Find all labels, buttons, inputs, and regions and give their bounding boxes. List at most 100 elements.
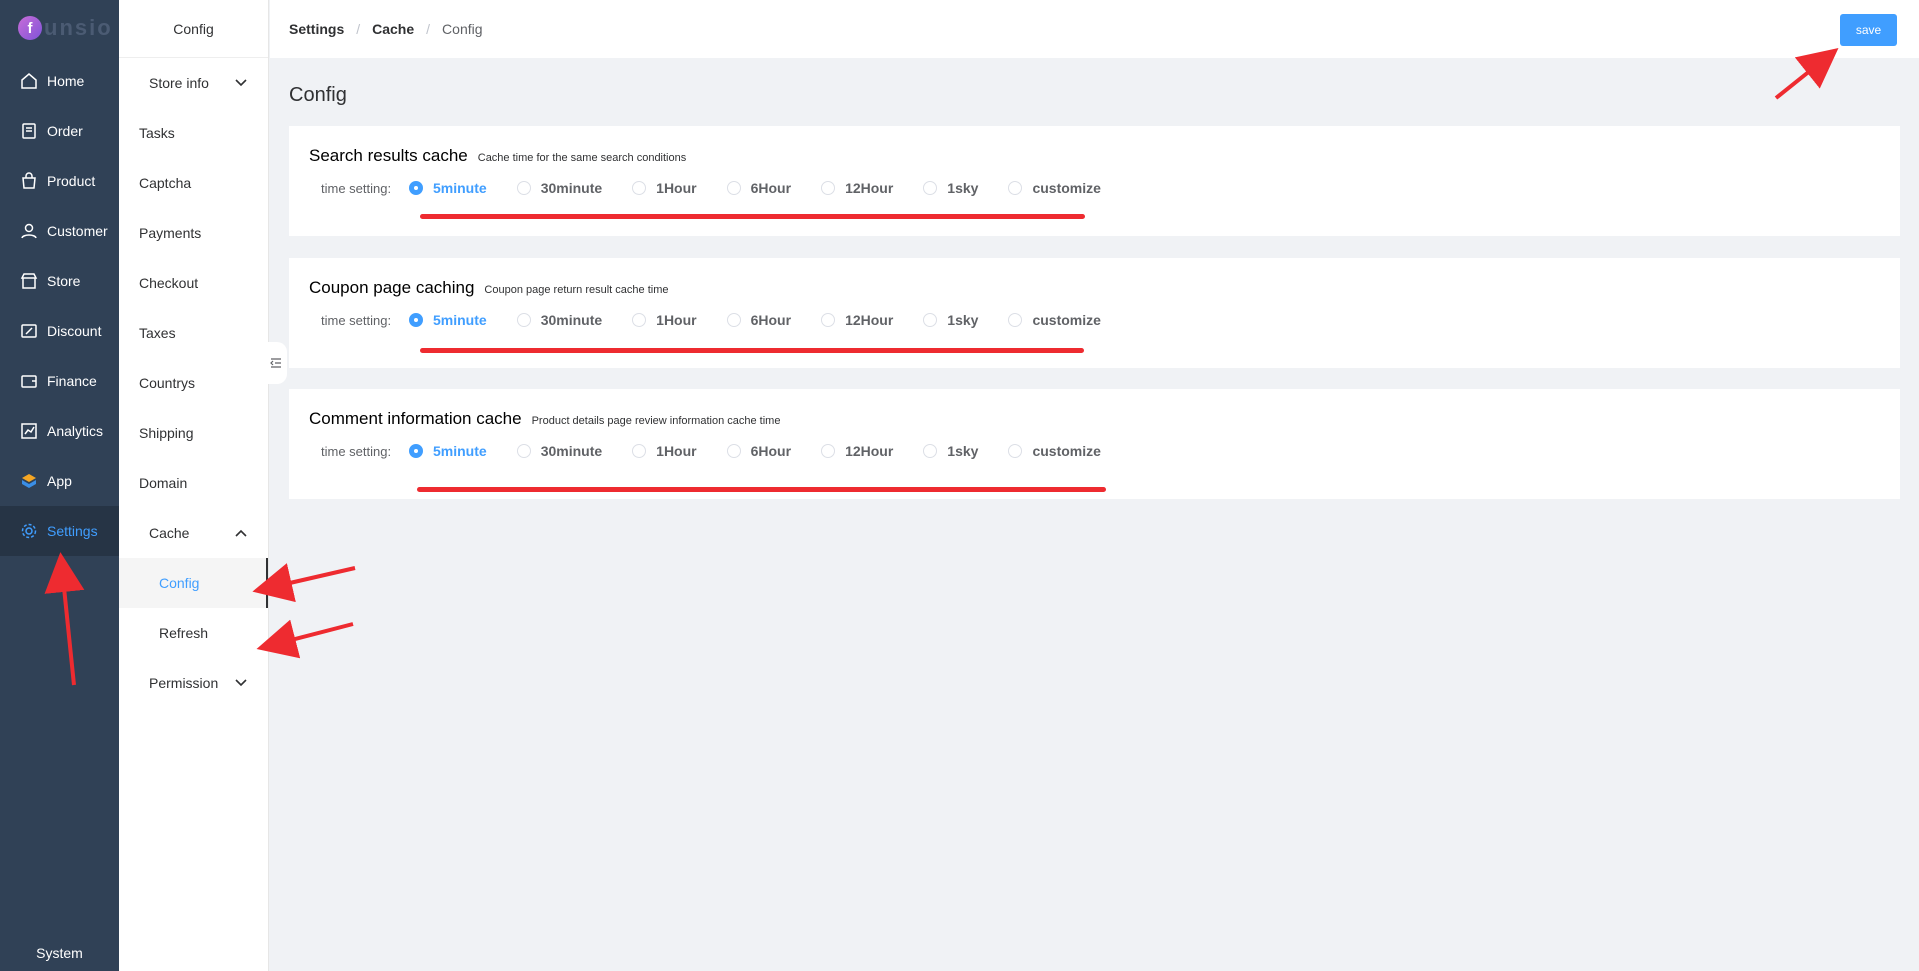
radio-circle[interactable]	[632, 444, 647, 458]
nav-item-order[interactable]: Order	[0, 106, 119, 156]
radio-1hour[interactable]: 1Hour	[632, 312, 697, 328]
radio-circle[interactable]	[726, 313, 741, 327]
radio-label: 5minute	[433, 443, 487, 459]
collapse-sidebar-button[interactable]	[265, 342, 287, 384]
subnav-cache-config[interactable]: Config	[119, 558, 268, 608]
radio-12hour[interactable]: 12Hour	[821, 312, 893, 328]
radio-1sky[interactable]: 1sky	[923, 443, 978, 459]
subnav-item-captcha[interactable]: Captcha	[119, 158, 268, 208]
breadcrumb-cache[interactable]: Cache	[372, 21, 414, 37]
nav-item-discount[interactable]: Discount	[0, 306, 119, 356]
radio-customize[interactable]: customize	[1008, 180, 1101, 196]
radio-30minute[interactable]: 30minute	[516, 443, 602, 459]
subnav-cache-refresh[interactable]: Refresh	[119, 608, 268, 658]
radio-30minute[interactable]: 30minute	[516, 180, 602, 196]
time-setting-label: time setting:	[321, 180, 392, 196]
nav-item-finance[interactable]: Finance	[0, 356, 119, 406]
radio-circle[interactable]	[1008, 181, 1023, 195]
radio-6hour[interactable]: 6Hour	[726, 312, 792, 328]
nav-item-settings[interactable]: Settings	[0, 506, 119, 556]
subnav-item-countrys[interactable]: Countrys	[119, 358, 268, 408]
subnav-permission[interactable]: Permission	[119, 658, 268, 708]
subnav-cache-label: Cache	[149, 525, 190, 541]
radio-5minute[interactable]: 5minute	[409, 312, 487, 328]
time-setting-row: time setting: 5minute 30minute 1Hour 6Hour 12…	[309, 180, 1880, 196]
radio-12hour[interactable]: 12Hour	[821, 180, 893, 196]
nav-item-app[interactable]: App	[0, 456, 119, 506]
radio-circle[interactable]	[409, 444, 423, 458]
radio-circle[interactable]	[516, 313, 531, 327]
radio-circle[interactable]	[726, 444, 741, 458]
radio-30minute[interactable]: 30minute	[516, 312, 602, 328]
radio-circle[interactable]	[516, 444, 531, 458]
subnav-item-label: Domain	[139, 475, 188, 491]
radio-label: 1Hour	[656, 312, 697, 328]
chevron-up-icon	[235, 529, 247, 537]
logo[interactable]: f unsio	[0, 0, 119, 56]
store-icon	[20, 272, 38, 290]
radio-circle[interactable]	[1008, 444, 1023, 458]
subnav-item-tasks[interactable]: Tasks	[119, 108, 268, 158]
nav-item-label: App	[47, 473, 72, 489]
bag-icon	[20, 172, 38, 190]
nav-item-customer[interactable]: Customer	[0, 206, 119, 256]
radio-6hour[interactable]: 6Hour	[726, 180, 792, 196]
radio-1sky[interactable]: 1sky	[923, 180, 978, 196]
radio-circle[interactable]	[516, 181, 531, 195]
subnav-item-shipping[interactable]: Shipping	[119, 408, 268, 458]
subnav-item-label: Captcha	[139, 175, 192, 191]
breadcrumb-settings[interactable]: Settings	[289, 21, 344, 37]
radio-circle[interactable]	[923, 444, 938, 458]
radio-label: 1sky	[947, 312, 979, 328]
radio-circle[interactable]	[923, 181, 938, 195]
radio-label: 6Hour	[750, 312, 792, 328]
system-label[interactable]: System	[0, 945, 119, 961]
radio-circle[interactable]	[632, 181, 647, 195]
nav-item-analytics[interactable]: Analytics	[0, 406, 119, 456]
radio-label: 6Hour	[750, 180, 792, 196]
radio-12hour[interactable]: 12Hour	[821, 443, 893, 459]
radio-circle[interactable]	[632, 313, 647, 327]
logo-mark: f	[18, 16, 42, 40]
subnav-store-info[interactable]: Store info	[119, 58, 268, 108]
card-title: Search results cache	[309, 146, 468, 165]
radio-circle[interactable]	[409, 313, 423, 327]
radio-1hour[interactable]: 1Hour	[632, 180, 697, 196]
nav-item-store[interactable]: Store	[0, 256, 119, 306]
main-sidebar: f unsio Home Order Product Customer Store Dis…	[0, 0, 119, 971]
subnav-item-label: Payments	[139, 225, 202, 241]
radio-circle[interactable]	[726, 181, 741, 195]
radio-label: 5minute	[433, 312, 487, 328]
nav-item-product[interactable]: Product	[0, 156, 119, 206]
radio-label: 12Hour	[845, 443, 894, 459]
time-setting-row: time setting: 5minute 30minute 1Hour 6Hour 12…	[309, 312, 1880, 328]
subnav-title: Config	[119, 0, 268, 58]
radio-1sky[interactable]: 1sky	[923, 312, 978, 328]
save-button[interactable]: save	[1840, 14, 1897, 46]
radio-customize[interactable]: customize	[1008, 443, 1101, 459]
radio-1hour[interactable]: 1Hour	[632, 443, 697, 459]
radio-circle[interactable]	[821, 444, 836, 458]
subnav-item-domain[interactable]: Domain	[119, 458, 268, 508]
nav-item-label: Settings	[47, 523, 98, 539]
radio-customize[interactable]: customize	[1008, 312, 1101, 328]
subnav-item-label: Countrys	[139, 375, 196, 391]
radio-circle[interactable]	[1008, 313, 1023, 327]
card-description: Coupon page return result cache time	[484, 284, 669, 296]
radio-circle[interactable]	[923, 313, 938, 327]
subnav-item-taxes[interactable]: Taxes	[119, 308, 268, 358]
nav-item-label: Analytics	[47, 423, 104, 439]
radio-circle[interactable]	[409, 181, 423, 195]
subnav-item-payments[interactable]: Payments	[119, 208, 268, 258]
nav-item-home[interactable]: Home	[0, 56, 119, 106]
subnav-cache[interactable]: Cache	[119, 508, 268, 558]
subnav-item-checkout[interactable]: Checkout	[119, 258, 268, 308]
radio-5minute[interactable]: 5minute	[409, 180, 487, 196]
radio-circle[interactable]	[821, 181, 836, 195]
radio-circle[interactable]	[821, 313, 836, 327]
radio-6hour[interactable]: 6Hour	[726, 443, 791, 459]
subnav-item-label: Tasks	[139, 125, 175, 141]
radio-label: 12Hour	[845, 180, 894, 196]
card-description: Product details page review information …	[531, 415, 781, 427]
radio-5minute[interactable]: 5minute	[409, 443, 487, 459]
